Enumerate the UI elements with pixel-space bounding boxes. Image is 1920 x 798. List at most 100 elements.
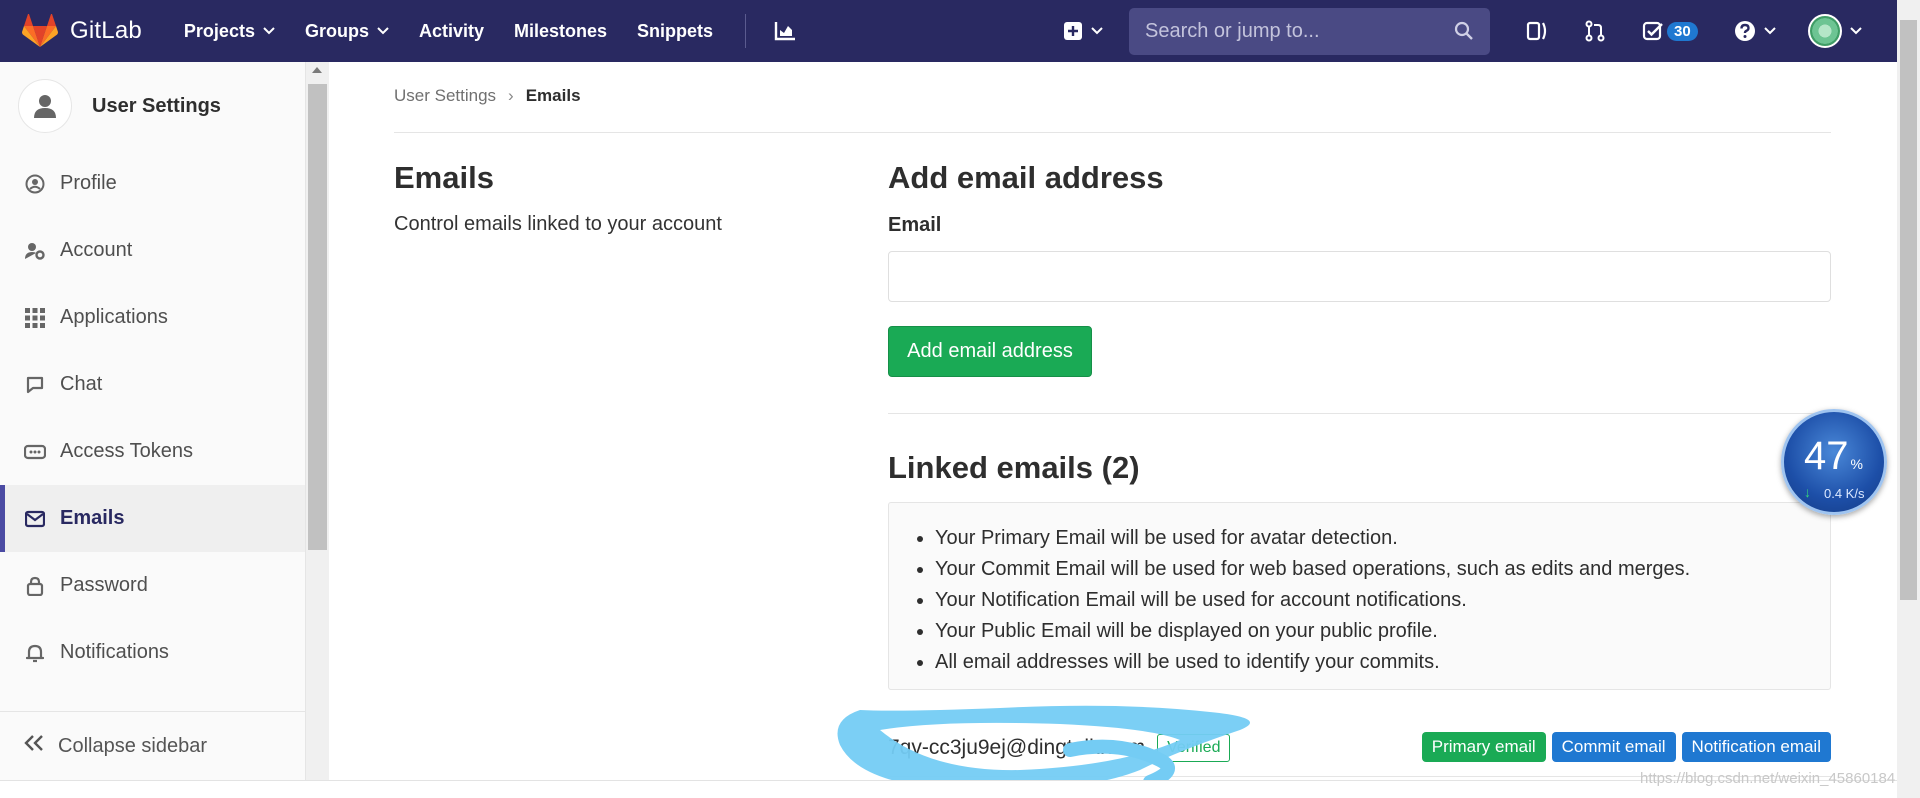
collapse-sidebar-label: Collapse sidebar [58, 734, 207, 757]
sidebar-title: User Settings [92, 94, 221, 117]
user-icon [34, 95, 56, 118]
help-dropdown[interactable] [1734, 20, 1776, 42]
nav-projects[interactable]: Projects [184, 21, 275, 42]
sidebar-item-label: Profile [60, 172, 117, 194]
list-item: Your Public Email will be displayed on y… [935, 616, 1830, 647]
email-info-list: Your Primary Email will be used for avat… [935, 523, 1830, 678]
sidebar-item-label: Applications [60, 306, 168, 328]
email-field-label: Email [888, 214, 942, 236]
commit-email-badge: Commit email [1551, 732, 1676, 762]
chat-icon [24, 375, 46, 395]
list-item: Your Primary Email will be used for avat… [935, 523, 1830, 554]
gitlab-logo[interactable]: GitLab [22, 14, 142, 48]
sidebar-item-password[interactable]: Password [0, 552, 305, 619]
nav-groups-label: Groups [304, 20, 369, 41]
bell-icon [24, 643, 46, 663]
watermark-text: https://blog.csdn.net/weixin_45860184 [1640, 770, 1896, 787]
speed-percent-unit: % [1850, 456, 1863, 472]
sidebar-scroll-thumb[interactable] [308, 84, 327, 550]
list-item: Your Notification Email will be used for… [935, 585, 1830, 616]
chevron-down-icon [1763, 27, 1776, 35]
breadcrumb-current[interactable]: Emails [526, 86, 581, 106]
sidebar-item-account[interactable]: Account [0, 217, 305, 284]
primary-email-badge: Primary email [1421, 732, 1546, 762]
sidebar-item-label: Notifications [60, 641, 169, 663]
sidebar-item-notifications[interactable]: Notifications [0, 619, 305, 686]
plus-square-icon [1064, 22, 1082, 40]
page-bottom-edge [0, 780, 1897, 798]
collapse-sidebar-button[interactable]: Collapse sidebar [0, 711, 306, 780]
user-menu[interactable] [1807, 14, 1862, 48]
network-speed-widget[interactable]: 47% ↓ 0.4 K/s [1781, 409, 1887, 515]
lock-icon [24, 576, 46, 596]
settings-sidebar: User Settings Profile Account Applicatio… [0, 62, 306, 780]
merge-requests-button[interactable] [1584, 20, 1606, 42]
web-ide-button[interactable] [1526, 20, 1548, 42]
chevron-down-icon [377, 27, 389, 35]
sidebar-item-chat[interactable]: Chat [0, 351, 305, 418]
help-icon [1734, 21, 1755, 41]
sidebar-item-access-tokens[interactable]: Access Tokens [0, 418, 305, 485]
section-title: Emails [394, 160, 494, 195]
sidebar-item-label: Access Tokens [60, 440, 194, 462]
add-email-button[interactable]: Add email address [888, 326, 1092, 377]
email-field[interactable] [888, 251, 1831, 302]
new-item-dropdown[interactable] [1063, 21, 1103, 41]
chevron-down-icon [263, 27, 275, 35]
chevron-down-icon [1849, 27, 1862, 35]
chevron-down-icon [1091, 27, 1103, 35]
nav-milestones-label: Milestones [514, 20, 608, 41]
email-info-box: Your Primary Email will be used for avat… [888, 502, 1831, 690]
list-item: All email addresses will be used to iden… [935, 647, 1830, 678]
search-box[interactable] [1129, 7, 1490, 55]
applications-icon [24, 307, 46, 328]
search-input[interactable] [1145, 19, 1445, 43]
merge-request-icon [1585, 20, 1605, 42]
nav-snippets-label: Snippets [637, 20, 714, 41]
linked-emails-title: Linked emails (2) [888, 450, 1140, 485]
todos-button[interactable]: 30 [1642, 20, 1698, 42]
page-scrollbar[interactable] [1897, 0, 1920, 798]
list-item: Your Commit Email will be used for web b… [935, 554, 1830, 585]
arrow-down-icon: ↓ [1804, 484, 1811, 500]
nav-projects-label: Projects [183, 20, 255, 41]
sidebar-scrollbar[interactable] [306, 62, 329, 780]
nav-divider [745, 14, 747, 48]
main-nav: Projects Groups Activity Milestones Snip… [184, 14, 796, 48]
breadcrumb: User Settings › Emails [394, 86, 581, 106]
todo-count-badge: 30 [1667, 21, 1698, 41]
account-icon [24, 241, 46, 261]
nav-groups[interactable]: Groups [305, 21, 389, 42]
sidebar-item-applications[interactable]: Applications [0, 284, 305, 351]
double-chevron-left-icon [24, 734, 44, 758]
nav-activity[interactable]: Activity [419, 21, 484, 42]
sidebar-item-profile[interactable]: Profile [0, 150, 305, 217]
sidebar-item-label: Chat [60, 373, 103, 395]
sidebar-avatar [18, 79, 72, 133]
breadcrumb-parent[interactable]: User Settings [394, 86, 496, 106]
chart-icon[interactable] [774, 21, 796, 41]
mail-icon [24, 510, 46, 528]
sidebar-item-emails[interactable]: Emails [0, 485, 305, 552]
sidebar-item-label: Password [60, 574, 148, 596]
speed-percent-value: 47 [1804, 434, 1849, 478]
divider [888, 413, 1831, 414]
scroll-up-arrow-icon[interactable] [312, 66, 322, 74]
chevron-right-icon: › [508, 86, 514, 105]
notification-email-badge: Notification email [1681, 732, 1831, 762]
token-icon [24, 444, 46, 460]
page-scroll-thumb[interactable] [1900, 20, 1917, 600]
todo-check-icon [1642, 21, 1663, 41]
nav-activity-label: Activity [418, 20, 485, 41]
profile-icon [24, 174, 46, 194]
section-description: Control emails linked to your account [394, 213, 722, 235]
brand-name: GitLab [70, 17, 142, 44]
sidebar-header[interactable]: User Settings [0, 62, 305, 150]
speed-rate: 0.4 K/s [1824, 486, 1865, 501]
nav-snippets[interactable]: Snippets [637, 21, 713, 42]
user-avatar [1807, 14, 1842, 48]
sidebar-item-label: Emails [60, 507, 125, 529]
nav-milestones[interactable]: Milestones [514, 21, 607, 42]
fox-logo-icon [22, 14, 58, 47]
email-badges: Primary email Commit email Notification … [1416, 732, 1831, 762]
